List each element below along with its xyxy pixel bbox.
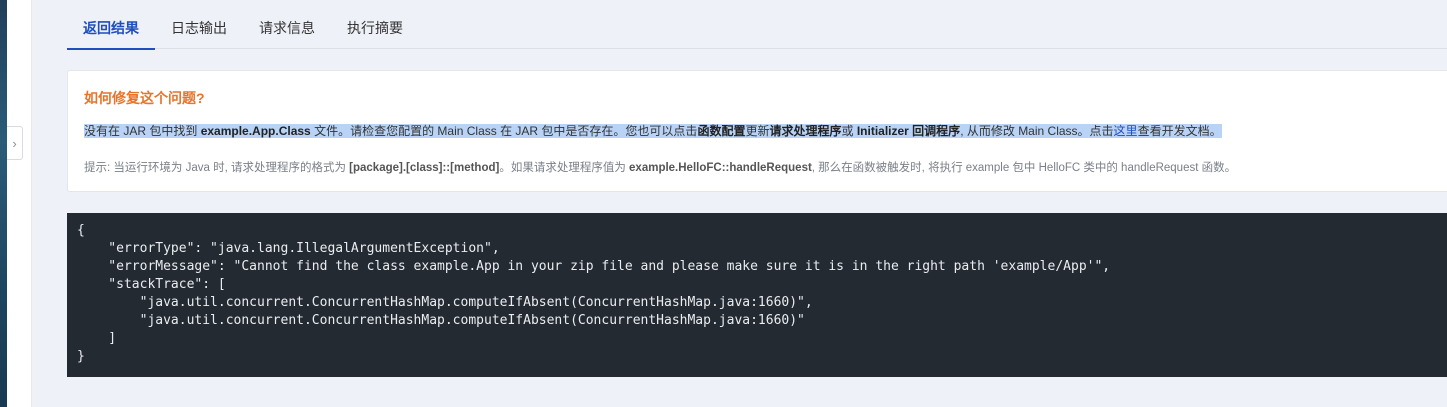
result-json-output[interactable]: { "errorType": "java.lang.IllegalArgumen… [67,213,1447,377]
help-title: 如何修复这个问题? [84,90,205,106]
handler-example: example.HelloFC::handleRequest [629,162,812,174]
tab-return-result[interactable]: 返回结果 [67,0,155,50]
expand-sidebar-button[interactable]: › [7,126,23,160]
selected-text: 没有在 JAR 包中找到 example.App.Class 文件。请检查您配置… [84,124,1222,138]
main-content: 返回结果 日志输出 请求信息 执行摘要 如何修复这个问题? 没有在 JAR 包中… [32,0,1447,407]
handler-ref: 请求处理程序 [769,124,842,138]
tab-execution-summary[interactable]: 执行摘要 [331,0,419,49]
tab-request-info[interactable]: 请求信息 [243,0,331,49]
initializer-ref: Initializer 回调程序 [856,124,961,138]
handler-format: [package].[class]::[method] [349,162,500,174]
docs-link[interactable]: 这里 [1114,124,1138,138]
left-sidebar-collapsed [7,0,32,407]
chevron-right-icon: › [12,135,17,151]
java-handler-tip: 提示: 当运行环境为 Java 时, 请求处理程序的格式为 [package].… [84,162,1237,174]
fix-help-panel: 如何修复这个问题? 没有在 JAR 包中找到 example.App.Class… [67,70,1447,192]
result-tabs: 返回结果 日志输出 请求信息 执行摘要 [67,0,1447,50]
help-description[interactable]: 没有在 JAR 包中找到 example.App.Class 文件。请检查您配置… [84,122,1222,140]
function-config-ref: 函数配置 [697,124,746,138]
tab-log-output[interactable]: 日志输出 [155,0,243,49]
class-name: example.App.Class [200,124,311,138]
desktop-background [0,0,7,407]
